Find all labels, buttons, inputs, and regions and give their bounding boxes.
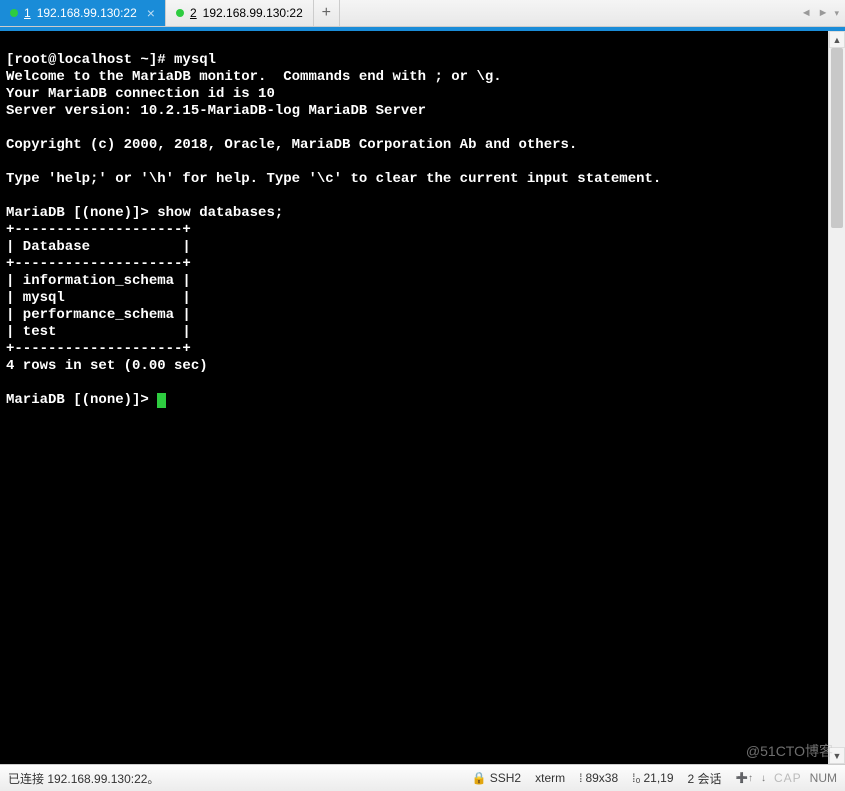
new-tab-button[interactable]: + bbox=[314, 0, 340, 26]
term-type: xterm bbox=[535, 771, 565, 785]
tab-number: 2 bbox=[190, 6, 197, 20]
terminal-line: | test | bbox=[6, 324, 191, 340]
status-right-icons: ➕↑ ↓ CAP NUM bbox=[736, 771, 837, 785]
terminal-prompt: MariaDB [(none)]> bbox=[6, 392, 166, 408]
pos-icon: ⁞₀ bbox=[632, 771, 640, 785]
terminal-line: | Database | bbox=[6, 239, 191, 255]
terminal-output[interactable]: [root@localhost ~]# mysql Welcome to the… bbox=[0, 31, 828, 764]
scroll-track[interactable] bbox=[829, 48, 845, 747]
terminal-line: 4 rows in set (0.00 sec) bbox=[6, 358, 208, 374]
tab-next-icon[interactable]: ► bbox=[818, 7, 829, 19]
tab-number: 1 bbox=[24, 6, 31, 20]
terminal-line: +--------------------+ bbox=[6, 222, 191, 238]
status-bar: 已连接 192.168.99.130:22。 🔒 SSH2 xterm ⁞ 89… bbox=[0, 764, 845, 791]
terminal-line: Welcome to the MariaDB monitor. Commands… bbox=[6, 69, 502, 85]
terminal-line bbox=[6, 375, 14, 391]
terminal-line: | mysql | bbox=[6, 290, 191, 306]
status-sessions: 2 会话 bbox=[688, 770, 722, 787]
caps-indicator: CAP bbox=[774, 771, 802, 785]
terminal-line bbox=[6, 154, 14, 170]
status-dot-icon bbox=[176, 9, 184, 17]
terminal-line bbox=[6, 120, 14, 136]
cursor-icon bbox=[157, 393, 166, 408]
close-icon[interactable]: × bbox=[147, 5, 155, 21]
tab-prev-icon[interactable]: ◄ bbox=[801, 7, 812, 19]
status-cursor-pos: ⁞₀ 21,19 bbox=[632, 771, 673, 785]
tab-menu-icon[interactable]: ▾ bbox=[834, 8, 839, 19]
status-dot-icon bbox=[10, 9, 18, 17]
terminal-line: Your MariaDB connection id is 10 bbox=[6, 86, 275, 102]
terminal-tab-1[interactable]: 1 192.168.99.130:22 × bbox=[0, 0, 166, 26]
size-icon: ⁞ bbox=[579, 771, 582, 785]
down-icon[interactable]: ↓ bbox=[761, 773, 766, 784]
terminal-area: [root@localhost ~]# mysql Welcome to the… bbox=[0, 31, 845, 764]
terminal-tab-2[interactable]: 2 192.168.99.130:22 bbox=[166, 0, 314, 26]
plus-up-icon[interactable]: ➕↑ bbox=[736, 773, 753, 784]
terminal-line: [root@localhost ~]# mysql bbox=[6, 52, 216, 68]
tab-nav: ◄ ► ▾ bbox=[795, 0, 845, 26]
scrollbar[interactable]: ▲ ▼ bbox=[828, 31, 845, 764]
num-indicator: NUM bbox=[810, 771, 837, 785]
terminal-line: | performance_schema | bbox=[6, 307, 191, 323]
tab-bar: 1 192.168.99.130:22 × 2 192.168.99.130:2… bbox=[0, 0, 845, 27]
status-ssh: 🔒 SSH2 bbox=[472, 771, 521, 785]
terminal-line: +--------------------+ bbox=[6, 341, 191, 357]
status-term: xterm bbox=[535, 771, 565, 785]
terminal-line: Copyright (c) 2000, 2018, Oracle, MariaD… bbox=[6, 137, 577, 153]
terminal-line: MariaDB [(none)]> show databases; bbox=[6, 205, 283, 221]
status-connection: 已连接 192.168.99.130:22。 bbox=[8, 770, 458, 787]
scroll-down-icon[interactable]: ▼ bbox=[829, 747, 845, 764]
terminal-line: +--------------------+ bbox=[6, 256, 191, 272]
term-size: 89x38 bbox=[585, 771, 618, 785]
lock-icon: 🔒 bbox=[472, 771, 487, 785]
terminal-line: Type 'help;' or '\h' for help. Type '\c'… bbox=[6, 171, 661, 187]
scroll-up-icon[interactable]: ▲ bbox=[829, 31, 845, 48]
terminal-line bbox=[6, 188, 14, 204]
cursor-pos: 21,19 bbox=[643, 771, 673, 785]
ssh-label: SSH2 bbox=[490, 771, 521, 785]
terminal-line: Server version: 10.2.15-MariaDB-log Mari… bbox=[6, 103, 426, 119]
tab-title: 192.168.99.130:22 bbox=[37, 6, 137, 20]
terminal-line: | information_schema | bbox=[6, 273, 191, 289]
sessions-count: 2 会话 bbox=[688, 770, 722, 787]
scroll-thumb[interactable] bbox=[831, 48, 843, 228]
status-size: ⁞ 89x38 bbox=[579, 771, 618, 785]
prompt-text: MariaDB [(none)]> bbox=[6, 392, 157, 408]
tab-title: 192.168.99.130:22 bbox=[203, 6, 303, 20]
